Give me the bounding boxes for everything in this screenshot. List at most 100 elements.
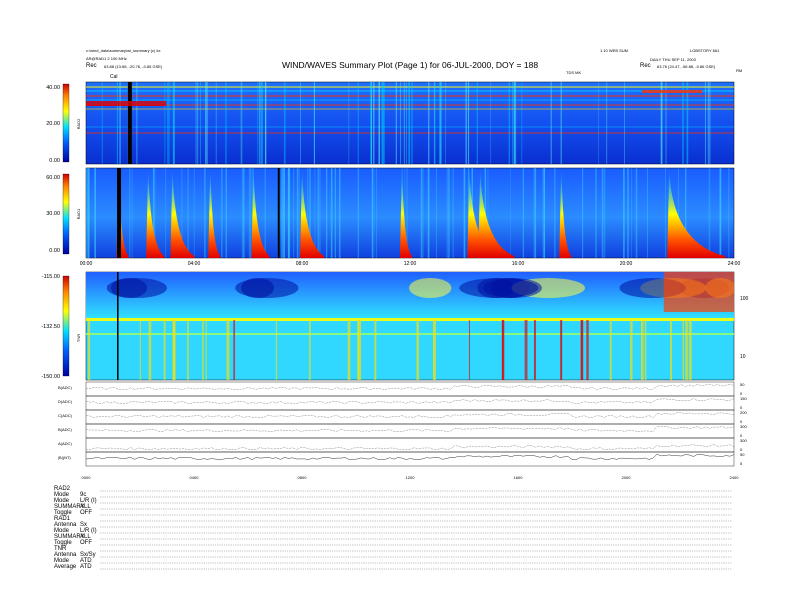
rad1-streak-54: [422, 168, 424, 258]
rad1-streak-29: [314, 168, 316, 258]
rad1-streak-37: [646, 168, 648, 258]
rad2-streak-22: [258, 82, 261, 164]
rad1-streak-1: [338, 168, 341, 258]
rad2-streak-4: [521, 82, 523, 164]
rad1-streak-68: [542, 168, 544, 258]
rad1-streak-31: [298, 168, 300, 258]
rad1-colorbar: [62, 173, 70, 255]
rad1-streak-77: [221, 168, 223, 258]
rad2-band-0: [86, 86, 734, 88]
aux-panel-label-2: C(ADC): [58, 413, 73, 418]
rad1-streak-75: [87, 168, 89, 258]
rad1-streak-18: [708, 168, 711, 258]
rad2-streak-32: [598, 82, 600, 164]
tnr-spike-25: [524, 320, 528, 380]
tnr-spike-34: [357, 320, 359, 380]
rad2-ytick-bottom: 0.00: [49, 158, 60, 164]
rad2-streak-12: [476, 82, 478, 164]
rad2-panel: [85, 81, 735, 165]
rm-label: RM: [736, 68, 742, 73]
rad1-streak-51: [601, 168, 604, 258]
tnr-plasma-line: [86, 318, 734, 321]
tnr-spike-26: [205, 320, 207, 380]
rad2-band-3: [86, 99, 734, 101]
rad1-data-gap: [277, 168, 280, 258]
tnr-record-row-3-label: Average: [54, 564, 77, 570]
tnr-ytick-bottom: -150.00: [41, 374, 60, 380]
tnr-spike-0: [148, 320, 152, 380]
rad2-streak-69: [709, 82, 711, 164]
aux-panel-1: [85, 395, 735, 411]
rad2-streak-61: [433, 82, 435, 164]
rad1-streak-4: [330, 168, 333, 258]
tnr-spike-28: [644, 320, 647, 380]
rad2-streak-14: [116, 82, 118, 164]
rad1-streak-66: [543, 168, 545, 258]
rad2-streak-44: [439, 82, 441, 164]
rad1-streak-47: [603, 168, 606, 258]
rad2-streak-17: [257, 82, 258, 164]
tnr-spike-15: [226, 320, 230, 380]
aux-panel-label-0: B(ADC): [58, 385, 72, 390]
rad2-red-patch-1: [86, 101, 166, 106]
rad2-streak-26: [101, 82, 103, 164]
rad2-streak-0: [403, 82, 406, 164]
tnr-spike-20: [416, 320, 419, 380]
rad1-xtick-4: 16:00: [512, 261, 525, 267]
tnr-spike-32: [533, 320, 536, 380]
rad1-streak-80: [627, 168, 629, 258]
rad1-streak-44: [373, 168, 375, 258]
rad2-streak-62: [560, 82, 562, 164]
rad1-streak-74: [287, 168, 290, 258]
tnr-spike-8: [669, 320, 673, 380]
aux-series-line-2: [85, 412, 735, 418]
tnr-spike-33: [641, 320, 644, 380]
rad2-ytick-mid: 20.00: [46, 121, 60, 127]
aux-xtick-5: 2000: [622, 475, 632, 480]
rad2-streak-41: [514, 82, 517, 164]
rad2-streak-33: [490, 82, 492, 164]
rad2-streak-54: [623, 82, 625, 164]
tnr-spike-38: [359, 320, 362, 380]
rad2-streak-37: [136, 82, 138, 164]
tnr-right-tick-100: 100: [740, 296, 749, 302]
rad1-streak-46: [582, 168, 584, 258]
rad1-ytick-mid: 30.00: [46, 211, 60, 217]
rad1-record-row-4-value: OFF: [80, 540, 92, 546]
rad1-streak-82: [728, 168, 730, 258]
rad1-streak-83: [371, 168, 373, 258]
rad2-streak-1: [373, 82, 375, 164]
rad2-streak-21: [225, 82, 227, 164]
rad1-streak-64: [250, 168, 252, 258]
rad2-streak-42: [383, 82, 385, 164]
tnr-spike-12: [468, 320, 470, 380]
rad2-streak-34: [395, 82, 397, 164]
rad2-streak-3: [512, 82, 513, 164]
rad1-streak-13: [225, 168, 227, 258]
rad2-streak-43: [408, 82, 410, 164]
aux-panel-4: [85, 437, 735, 453]
rad1-streak-20: [635, 168, 638, 258]
rad1-cal-bar: [117, 168, 122, 258]
rad1-streak-86: [264, 168, 266, 258]
rad1-streak-23: [326, 168, 328, 258]
tnr-colorbar: [62, 275, 70, 377]
rad1-streak-71: [664, 168, 666, 258]
rad2-streak-30: [406, 82, 407, 164]
tnr-spike-23: [560, 320, 562, 380]
tnr-ytick-mid: -132.50: [41, 324, 60, 330]
tnr-ylabel: TNR: [76, 334, 81, 342]
tnr-spike-30: [501, 320, 505, 380]
aux-xtick-4: 1600: [514, 475, 524, 480]
rad2-streak-15: [704, 82, 706, 164]
rad1-streak-78: [448, 168, 450, 258]
rad1-streak-48: [281, 168, 283, 258]
rad2-streak-63: [660, 82, 663, 164]
tnr-spike-19: [682, 320, 684, 380]
rad1-streak-10: [436, 168, 438, 258]
rad1-streak-61: [204, 168, 206, 258]
tnr-right-tick-10: 10: [740, 354, 746, 360]
rad2-streak-52: [205, 82, 207, 164]
rad1-streak-72: [522, 168, 524, 258]
rad1-streak-42: [86, 168, 88, 258]
